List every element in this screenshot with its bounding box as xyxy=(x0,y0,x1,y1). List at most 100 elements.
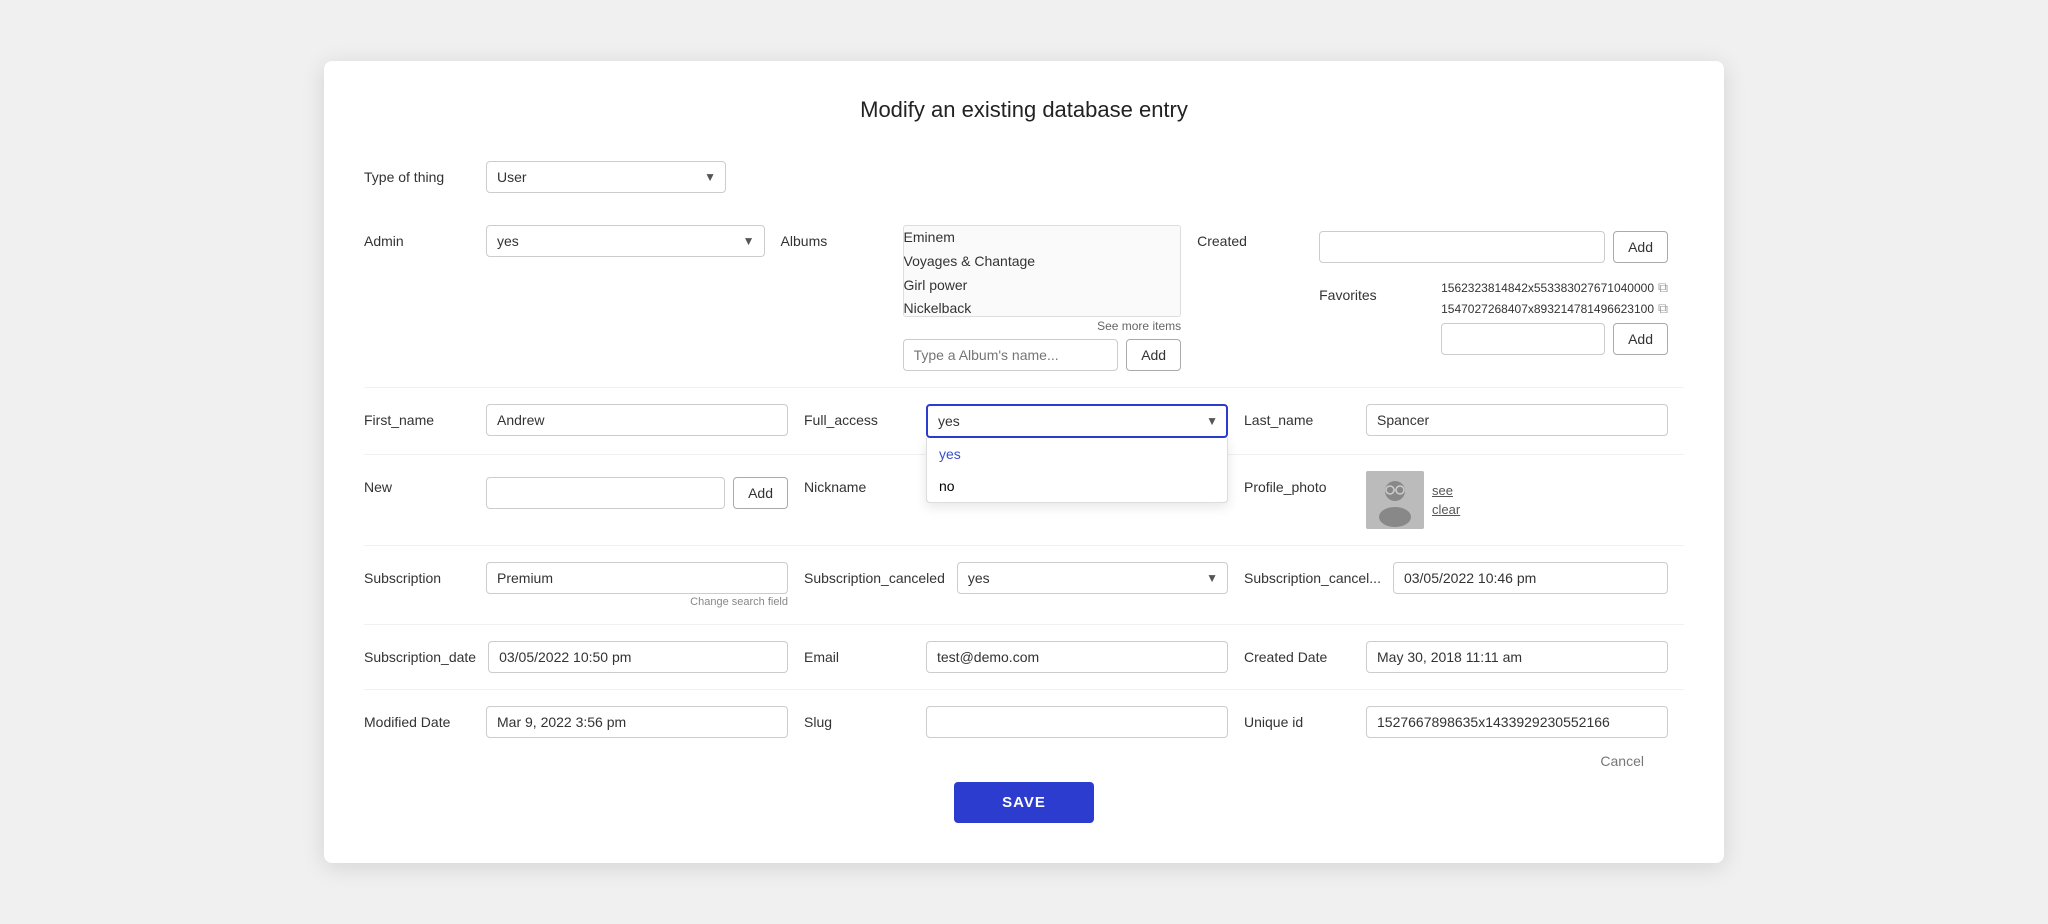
see-link[interactable]: see xyxy=(1432,483,1460,498)
list-item: 1562323814842x553383027671040000 ⧉ xyxy=(1441,279,1668,296)
subscriptioncanceldate-group: Subscription_cancel... xyxy=(1244,556,1684,600)
list-item: Nickelback xyxy=(904,297,1165,317)
modifieddate-label: Modified Date xyxy=(364,706,474,730)
favorites-value-2: 1547027268407x893214781496623100 xyxy=(1441,302,1654,316)
created-label: Created xyxy=(1197,225,1307,249)
subscription-label: Subscription xyxy=(364,562,474,586)
slug-input[interactable] xyxy=(926,706,1228,738)
albums-list-area: Eminem Voyages & Chantage Girl power Nic… xyxy=(903,225,1182,317)
firstname-label: First_name xyxy=(364,404,474,428)
createddate-label: Created Date xyxy=(1244,641,1354,665)
admin-select-wrapper: yes no ▼ xyxy=(486,225,765,257)
admin-label: Admin xyxy=(364,225,474,249)
dropdown-option-yes[interactable]: yes xyxy=(927,438,1227,470)
email-content xyxy=(926,641,1228,673)
lastname-content xyxy=(1366,404,1668,436)
footer: SAVE Cancel xyxy=(364,754,1684,823)
firstname-input[interactable] xyxy=(486,404,788,436)
subscriptiondate-input[interactable] xyxy=(488,641,788,673)
uniqueid-input[interactable] xyxy=(1366,706,1668,738)
email-input[interactable] xyxy=(926,641,1228,673)
subscriptioncanceled-content: yes no ▼ xyxy=(957,562,1228,594)
new-group: New Add xyxy=(364,465,804,515)
admin-group: Admin yes no ▼ xyxy=(364,219,781,263)
admin-select[interactable]: yes no xyxy=(486,225,765,257)
cancel-button[interactable]: Cancel xyxy=(1600,753,1644,769)
createddate-input[interactable] xyxy=(1366,641,1668,673)
avatar xyxy=(1366,471,1424,529)
email-label: Email xyxy=(804,641,914,665)
clear-link[interactable]: clear xyxy=(1432,502,1460,517)
new-add-row: Add xyxy=(486,477,788,509)
createddate-content xyxy=(1366,641,1668,673)
uniqueid-group: Unique id xyxy=(1244,700,1684,744)
nickname-label: Nickname xyxy=(804,471,914,495)
photo-actions: see clear xyxy=(1432,483,1460,517)
lastname-group: Last_name xyxy=(1244,398,1684,442)
profilephoto-content: see clear xyxy=(1366,471,1668,529)
modal-title: Modify an existing database entry xyxy=(364,97,1684,123)
subscriptioncanceled-group: Subscription_canceled yes no ▼ xyxy=(804,556,1244,600)
created-group: Created Add Favorites 15 xyxy=(1197,219,1684,361)
slug-label: Slug xyxy=(804,706,914,730)
copy-icon-2[interactable]: ⧉ xyxy=(1658,300,1668,317)
subscriptiondate-content xyxy=(488,641,788,673)
new-add-button[interactable]: Add xyxy=(733,477,788,509)
new-input[interactable] xyxy=(486,477,725,509)
list-item: Voyages & Chantage xyxy=(904,250,1165,274)
admin-content: yes no ▼ xyxy=(486,225,765,257)
subscriptioncanceled-select[interactable]: yes no xyxy=(957,562,1228,594)
favorites-list: 1562323814842x553383027671040000 ⧉ 15470… xyxy=(1441,279,1668,317)
list-item: 1547027268407x893214781496623100 ⧉ xyxy=(1441,300,1668,317)
created-input[interactable] xyxy=(1319,231,1605,263)
type-of-thing-row: Type of thing User Album Artist ▼ xyxy=(364,151,1684,209)
save-button[interactable]: SAVE xyxy=(954,782,1094,823)
subscriptioncanceldate-content xyxy=(1393,562,1668,594)
form-row-2: First_name Full_access yes no ▼ xyxy=(364,388,1684,455)
type-select-wrapper: User Album Artist ▼ xyxy=(486,161,726,193)
see-more-label: See more items xyxy=(903,319,1182,333)
profilephoto-group: Profile_photo xyxy=(1244,465,1684,535)
favorites-section: Favorites 1562323814842x5533830276710400… xyxy=(1319,279,1668,355)
form-row-6: Modified Date Slug Unique id xyxy=(364,690,1684,754)
albums-label: Albums xyxy=(781,225,891,249)
created-add-row: Add xyxy=(1319,231,1668,263)
favorites-content: 1562323814842x553383027671040000 ⧉ 15470… xyxy=(1441,279,1668,355)
albums-content: Eminem Voyages & Chantage Girl power Nic… xyxy=(903,225,1182,371)
fullaccess-select-wrapper: yes no ▼ xyxy=(926,404,1228,438)
form-row-5: Subscription_date Email Created Date xyxy=(364,625,1684,690)
type-label: Type of thing xyxy=(364,169,474,185)
fullaccess-content: yes no ▼ yes no xyxy=(926,404,1228,438)
subscriptioncanceldate-label: Subscription_cancel... xyxy=(1244,562,1381,586)
favorites-add-row: Add xyxy=(1441,323,1668,355)
fullaccess-label: Full_access xyxy=(804,404,914,428)
modifieddate-input[interactable] xyxy=(486,706,788,738)
modifieddate-group: Modified Date xyxy=(364,700,804,744)
subscription-input[interactable] xyxy=(486,562,788,594)
lastname-label: Last_name xyxy=(1244,404,1354,428)
lastname-input[interactable] xyxy=(1366,404,1668,436)
albums-input[interactable] xyxy=(903,339,1119,371)
dropdown-option-no[interactable]: no xyxy=(927,470,1227,502)
form-section: Admin yes no ▼ Albums xyxy=(364,209,1684,754)
new-label: New xyxy=(364,471,474,495)
fullaccess-select[interactable]: yes no xyxy=(926,404,1228,438)
copy-icon-1[interactable]: ⧉ xyxy=(1658,279,1668,296)
uniqueid-label: Unique id xyxy=(1244,706,1354,730)
created-add-button[interactable]: Add xyxy=(1613,231,1668,263)
favorites-group: Favorites 1562323814842x5533830276710400… xyxy=(1319,279,1668,355)
albums-add-button[interactable]: Add xyxy=(1126,339,1181,371)
form-row-4: Subscription Change search field Subscri… xyxy=(364,546,1684,625)
form-row-1: Admin yes no ▼ Albums xyxy=(364,209,1684,388)
modifieddate-content xyxy=(486,706,788,738)
email-group: Email xyxy=(804,635,1244,679)
subscription-content: Change search field xyxy=(486,562,788,608)
type-select[interactable]: User Album Artist xyxy=(486,161,726,193)
subscription-group: Subscription Change search field xyxy=(364,556,804,614)
modal: Modify an existing database entry Type o… xyxy=(324,61,1724,863)
favorites-input[interactable] xyxy=(1441,323,1605,355)
subscriptioncanceldate-input[interactable] xyxy=(1393,562,1668,594)
favorites-label: Favorites xyxy=(1319,279,1429,303)
favorites-add-button[interactable]: Add xyxy=(1613,323,1668,355)
favorites-value-1: 1562323814842x553383027671040000 xyxy=(1441,281,1654,295)
